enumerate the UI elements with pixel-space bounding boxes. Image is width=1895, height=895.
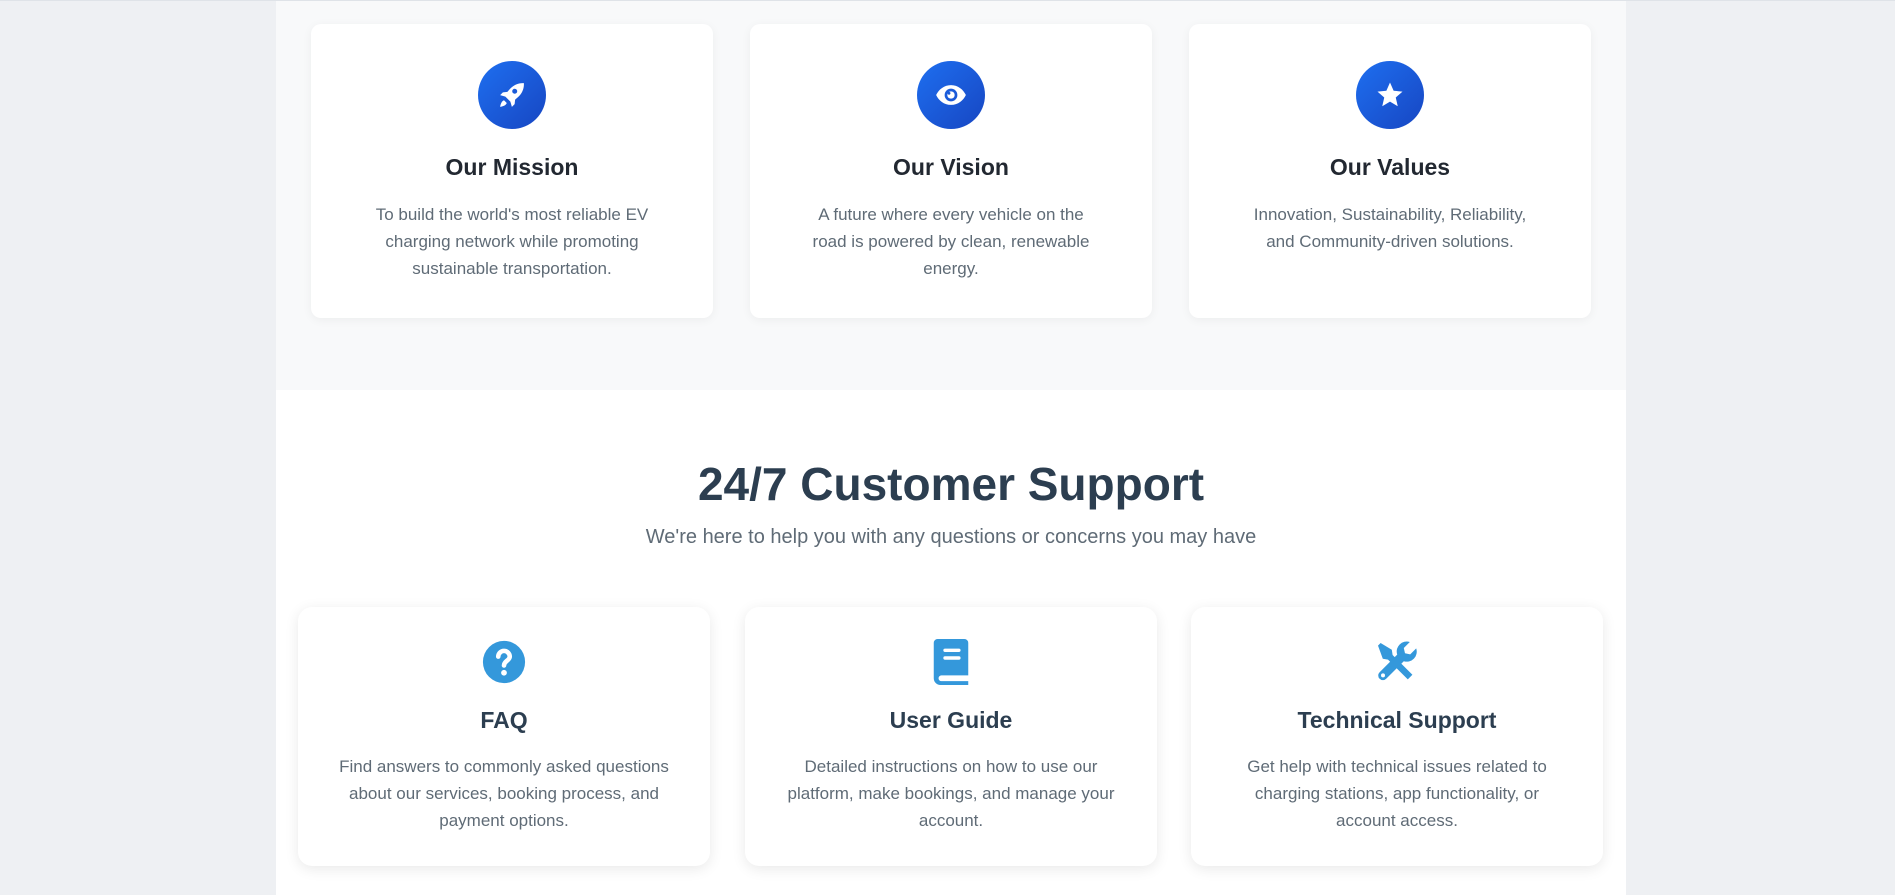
vision-card: Our Vision A future where every vehicle … xyxy=(750,24,1152,318)
technical-support-card[interactable]: Technical Support Get help with technica… xyxy=(1191,607,1603,866)
user-guide-text: Detailed instructions on how to use our … xyxy=(787,757,1115,830)
user-guide-title: User Guide xyxy=(889,707,1013,733)
user-guide-card[interactable]: User Guide Detailed instructions on how … xyxy=(745,607,1157,866)
question-circle-icon xyxy=(479,637,529,687)
faq-text: Find answers to commonly asked questions… xyxy=(339,757,669,830)
tools-icon xyxy=(1372,637,1422,687)
eye-icon xyxy=(917,61,985,129)
star-icon xyxy=(1356,61,1424,129)
rocket-icon xyxy=(478,61,546,129)
values-title: Our Values xyxy=(1329,154,1451,180)
values-card: Our Values Innovation, Sustainability, R… xyxy=(1189,24,1591,318)
main-content: Our Mission To build the world's most re… xyxy=(276,1,1626,895)
support-subheading: We're here to help you with any question… xyxy=(645,526,1257,548)
vision-text: A future where every vehicle on the road… xyxy=(812,205,1090,278)
mission-text: To build the world's most reliable EV ch… xyxy=(375,205,649,278)
book-icon xyxy=(926,637,976,687)
values-text: Innovation, Sustainability, Reliability,… xyxy=(1253,205,1527,251)
about-section: Our Mission To build the world's most re… xyxy=(276,1,1626,390)
vision-title: Our Vision xyxy=(893,154,1009,180)
mission-card: Our Mission To build the world's most re… xyxy=(311,24,713,318)
faq-title: FAQ xyxy=(480,707,528,733)
technical-support-text: Get help with technical issues related t… xyxy=(1247,757,1547,830)
faq-card[interactable]: FAQ Find answers to commonly asked quest… xyxy=(298,607,710,866)
support-heading: 24/7 Customer Support xyxy=(697,458,1205,510)
mission-title: Our Mission xyxy=(445,154,579,180)
technical-support-title: Technical Support xyxy=(1297,707,1497,733)
